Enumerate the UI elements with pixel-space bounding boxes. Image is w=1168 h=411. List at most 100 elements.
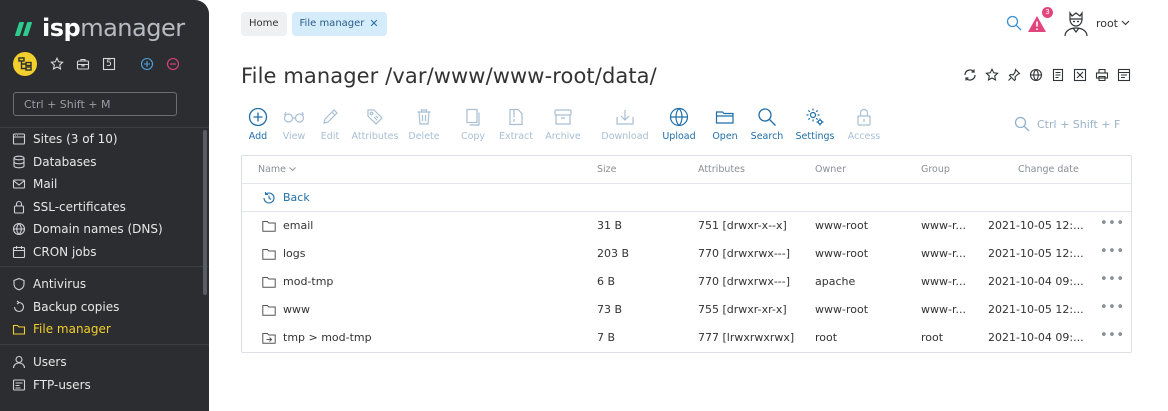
upload-button[interactable]: Upload (655, 106, 703, 146)
back-row[interactable]: Back (242, 184, 1131, 212)
export-icon[interactable] (1072, 67, 1088, 83)
file-owner: root (815, 331, 838, 344)
globe-icon (11, 131, 27, 147)
back-clock-icon (262, 191, 276, 205)
column-name-header[interactable]: Name (258, 156, 296, 184)
warning-icon (1027, 16, 1046, 32)
dashboard-tree-icon[interactable] (13, 52, 37, 76)
star-icon[interactable] (47, 54, 67, 74)
settings-button[interactable]: Settings (787, 106, 843, 146)
file-attributes: 751 [drwxr-x--x] (698, 219, 787, 232)
printer-icon[interactable] (1094, 67, 1110, 83)
sidebar-item-backup[interactable]: Backup copies (0, 296, 200, 319)
archive-icon (553, 106, 573, 128)
table-header: Name Size Attributes Owner Group Change … (242, 156, 1131, 184)
table-row[interactable]: mod-tmp 6 B 770 [drwxrwx---] apache www-… (242, 268, 1131, 296)
file-name[interactable]: www (283, 296, 310, 324)
file-name[interactable]: mod-tmp (283, 268, 333, 296)
file-name[interactable]: logs (283, 240, 306, 268)
document-icon[interactable] (1050, 67, 1066, 83)
file-owner: www-root (815, 303, 869, 316)
open-button[interactable]: Open (703, 106, 747, 146)
more-icon[interactable]: ••• (1100, 268, 1125, 292)
table-row[interactable]: www 73 B 755 [drwxr-xr-x] www-root www-r… (242, 296, 1131, 324)
title-tools (956, 67, 1132, 83)
database-icon (11, 154, 27, 170)
column-owner-header[interactable]: Owner (815, 156, 846, 184)
sidebar-item-ssl[interactable]: SSL-certificates (0, 196, 200, 219)
globe-settings-icon[interactable] (1028, 67, 1044, 83)
sidebar-search-input[interactable] (13, 92, 177, 116)
remove-circle-icon[interactable] (163, 54, 183, 74)
settings-panel-icon[interactable] (1116, 67, 1132, 83)
more-icon[interactable]: ••• (1100, 296, 1125, 320)
logo-text: ispmanager (42, 14, 185, 42)
avatar[interactable] (1062, 9, 1090, 37)
breadcrumb-home[interactable]: Home (241, 12, 287, 36)
sidebar-item-antivirus[interactable]: Antivirus (0, 273, 200, 296)
close-icon[interactable]: ✕ (369, 12, 378, 36)
logo[interactable]: ispmanager (14, 14, 185, 42)
file-attributes: 755 [drwxr-xr-x] (698, 303, 787, 316)
download-button[interactable]: Download (595, 106, 655, 146)
column-size-header[interactable]: Size (597, 156, 617, 184)
file-size: 6 B (597, 275, 616, 288)
nav-group-2: Antivirus Backup copies File manager (0, 273, 200, 341)
sidebar-item-dns[interactable]: Domain names (DNS) (0, 218, 200, 241)
copy-button[interactable]: Copy (445, 106, 501, 146)
lock-icon (11, 199, 27, 215)
column-date-header[interactable]: Change date (1018, 156, 1079, 184)
sidebar-item-databases[interactable]: Databases (0, 151, 200, 174)
column-attributes-header[interactable]: Attributes (698, 156, 745, 184)
file-attributes: 770 [drwxrwx---] (698, 247, 791, 260)
file-name[interactable]: tmp > mod-tmp (283, 324, 372, 352)
view-button[interactable]: View (275, 106, 313, 146)
extract-button[interactable]: Extract (499, 106, 533, 146)
sidebar-item-sites[interactable]: Sites (3 of 10) (0, 128, 200, 151)
breadcrumb-file-manager[interactable]: File manager ✕ (291, 12, 387, 36)
sidebar-item-ftp-users[interactable]: FTP-users (0, 374, 200, 397)
table-row[interactable]: tmp > mod-tmp 7 B 777 [lrwxrwxrwx] root … (242, 324, 1131, 352)
sidebar-item-cron[interactable]: CRON jobs (0, 241, 200, 264)
sidebar: ispmanager 5 Sites (3 of 10) (0, 0, 209, 411)
file-date: 2021-10-04 09:... (988, 275, 1084, 288)
more-icon[interactable]: ••• (1100, 240, 1125, 264)
column-group-header[interactable]: Group (921, 156, 950, 184)
sidebar-item-users[interactable]: Users (0, 351, 200, 374)
quick-search-button[interactable]: Ctrl + Shift + F (1014, 116, 1120, 132)
star-icon[interactable] (984, 67, 1000, 83)
add-icon (248, 106, 268, 128)
refresh-icon[interactable] (962, 67, 978, 83)
table-row[interactable]: logs 203 B 770 [drwxrwx---] www-root www… (242, 240, 1131, 268)
attributes-button[interactable]: Attributes (347, 106, 403, 146)
username-label[interactable]: root (1096, 17, 1118, 30)
counter-badge[interactable]: 5 (99, 54, 119, 74)
add-circle-icon[interactable] (137, 54, 157, 74)
folder-icon (262, 277, 276, 288)
search-button[interactable]: Search (747, 106, 787, 146)
sidebar-item-label: Databases (33, 154, 97, 169)
sidebar-item-file-manager[interactable]: File manager (0, 318, 200, 341)
table-row[interactable]: email 31 B 751 [drwxr-x--x] www-root www… (242, 212, 1131, 240)
archive-button[interactable]: Archive (531, 106, 595, 146)
more-icon[interactable]: ••• (1100, 324, 1125, 348)
alerts-button[interactable]: 3 (1026, 7, 1053, 34)
file-group: www-r... (921, 275, 966, 288)
sidebar-item-mail[interactable]: Mail (0, 173, 200, 196)
glasses-icon (283, 106, 305, 128)
more-icon[interactable]: ••• (1100, 212, 1125, 236)
file-name[interactable]: email (283, 212, 313, 240)
search-icon[interactable] (1006, 15, 1022, 31)
pin-icon[interactable] (1006, 67, 1022, 83)
sidebar-item-label: Backup copies (33, 299, 120, 314)
sidebar-item-label: Users (33, 355, 67, 370)
sidebar-scrollbar[interactable] (203, 130, 207, 295)
file-size: 203 B (597, 247, 630, 260)
chevron-down-icon[interactable] (1121, 20, 1130, 26)
edit-button[interactable]: Edit (313, 106, 347, 146)
toolbox-icon[interactable] (73, 54, 93, 74)
add-button[interactable]: Add (241, 106, 275, 146)
lock-icon (856, 106, 872, 128)
delete-button[interactable]: Delete (403, 106, 445, 146)
access-button[interactable]: Access (843, 106, 885, 146)
